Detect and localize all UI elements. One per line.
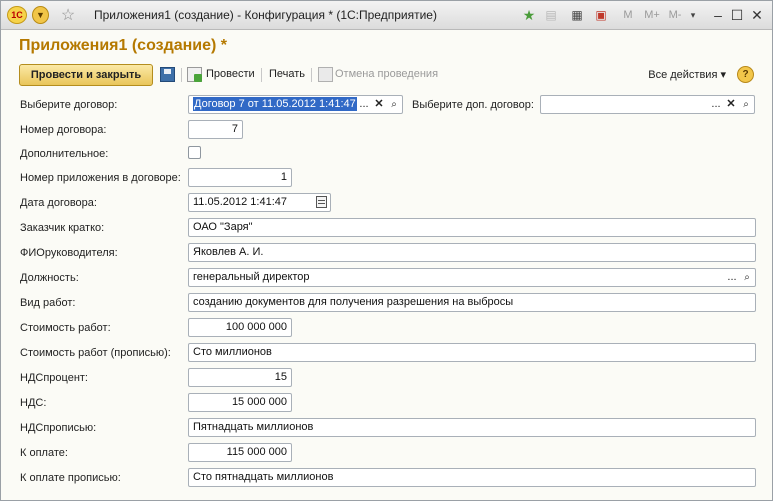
clear-icon[interactable]: ✕	[372, 97, 386, 112]
director-name-input[interactable]: Яковлев А. И.	[188, 243, 756, 262]
search-icon[interactable]: ⌕	[740, 270, 754, 285]
maximize-icon[interactable]: ☐	[730, 5, 744, 25]
work-cost-label: Стоимость работ:	[20, 322, 111, 334]
search-icon[interactable]: ⌕	[387, 97, 401, 112]
select-ellipsis-button[interactable]: ...	[725, 270, 739, 285]
customer-short-label: Заказчик кратко:	[20, 222, 105, 234]
appendix-number-input[interactable]: 1	[188, 168, 292, 187]
command-bar: Провести и закрыть Провести Печать Отмен…	[19, 63, 756, 87]
form-title: Приложения1 (создание) *	[19, 37, 228, 54]
toolbar-separator	[181, 68, 182, 82]
title-bar: 1С ▼ ☆ Приложения1 (создание) - Конфигур…	[1, 1, 772, 30]
toolbar-separator	[311, 68, 312, 82]
select-ellipsis-button[interactable]: ...	[709, 97, 723, 112]
work-type-label: Вид работ:	[20, 297, 76, 309]
help-icon[interactable]: ?	[737, 66, 754, 83]
work-cost-words-input[interactable]: Сто миллионов	[188, 343, 756, 362]
post-and-close-button[interactable]: Провести и закрыть	[19, 64, 153, 86]
position-value: генеральный директор	[193, 271, 310, 283]
calendar-icon[interactable]: ▣	[593, 5, 609, 25]
main-menu-icon[interactable]: ▼	[32, 6, 49, 24]
memory-m-button[interactable]: M	[621, 5, 635, 25]
to-pay-words-input[interactable]: Сто пятнадцать миллионов	[188, 468, 756, 487]
vat-input[interactable]: 15 000 000	[188, 393, 292, 412]
contract-label: Выберите договор:	[20, 99, 118, 111]
all-actions-menu[interactable]: Все действия ▾	[648, 68, 726, 81]
toolbar-separator	[261, 68, 262, 82]
vat-percent-input[interactable]: 15	[188, 368, 292, 387]
favorites-star-icon[interactable]: ☆	[59, 6, 77, 24]
post-icon[interactable]	[187, 67, 202, 82]
appendix-number-label: Номер приложения в договоре:	[20, 172, 181, 184]
vat-words-label: НДСпрописью:	[20, 422, 97, 434]
post-button[interactable]: Провести	[206, 68, 255, 80]
work-type-input[interactable]: созданию документов для получения разреш…	[188, 293, 756, 312]
to-pay-label: К оплате:	[20, 447, 68, 459]
position-select-field[interactable]: генеральный директор ... ⌕	[188, 268, 756, 287]
window-title: Приложения1 (создание) - Конфигурация * …	[94, 8, 437, 22]
position-label: Должность:	[20, 272, 79, 284]
app-logo-icon[interactable]: 1С	[7, 6, 27, 24]
print-button[interactable]: Печать	[269, 68, 305, 80]
memory-plus-button[interactable]: M+	[641, 5, 663, 25]
add-favorite-icon[interactable]: ★	[520, 5, 538, 25]
memory-minus-button[interactable]: M-	[665, 5, 685, 25]
contract-number-label: Номер договора:	[20, 124, 107, 136]
app-window: 1С ▼ ☆ Приложения1 (создание) - Конфигур…	[0, 0, 773, 501]
contract-date-value: 11.05.2012 1:41:47	[193, 196, 287, 208]
work-cost-words-label: Стоимость работ (прописью):	[20, 347, 171, 359]
additional-label: Дополнительное:	[20, 148, 109, 160]
customer-short-input[interactable]: ОАО "Заря"	[188, 218, 756, 237]
search-icon[interactable]: ⌕	[739, 97, 753, 112]
additional-checkbox[interactable]	[188, 146, 201, 159]
link-icon[interactable]: ▤	[544, 5, 558, 25]
to-pay-input[interactable]: 115 000 000	[188, 443, 292, 462]
unpost-button[interactable]: Отмена проведения	[335, 68, 438, 80]
extra-contract-select-field[interactable]: ... ✕ ⌕	[540, 95, 755, 114]
unpost-icon	[318, 67, 333, 82]
contract-value: Договор 7 от 11.05.2012 1:41:47	[193, 97, 357, 111]
vat-label: НДС:	[20, 397, 47, 409]
contract-number-input[interactable]: 7	[188, 120, 243, 139]
dropdown-arrow-icon[interactable]: ▾	[688, 5, 698, 25]
save-icon[interactable]	[160, 67, 175, 82]
extra-contract-label: Выберите доп. договор:	[412, 99, 534, 111]
calculator-icon[interactable]: ▦	[569, 5, 585, 25]
close-icon[interactable]: ✕	[750, 5, 764, 25]
work-cost-input[interactable]: 100 000 000	[188, 318, 292, 337]
director-name-label: ФИОруководителя:	[20, 247, 118, 259]
calendar-picker-icon[interactable]	[316, 196, 327, 208]
contract-date-label: Дата договора:	[20, 197, 97, 209]
vat-percent-label: НДСпроцент:	[20, 372, 88, 384]
vat-words-input[interactable]: Пятнадцать миллионов	[188, 418, 756, 437]
contract-date-input[interactable]: 11.05.2012 1:41:47	[188, 193, 331, 212]
select-ellipsis-button[interactable]: ...	[357, 97, 371, 112]
to-pay-words-label: К оплате прописью:	[20, 472, 121, 484]
minimize-icon[interactable]: –	[711, 5, 725, 25]
contract-select-field[interactable]: Договор 7 от 11.05.2012 1:41:47 ... ✕ ⌕	[188, 95, 403, 114]
clear-icon[interactable]: ✕	[724, 97, 738, 112]
